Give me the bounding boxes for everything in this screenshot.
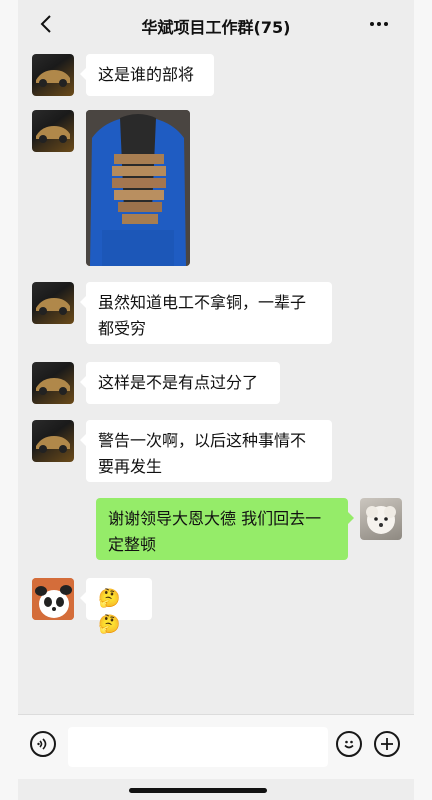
more-dot-icon	[384, 22, 388, 26]
input-bar	[18, 714, 414, 779]
chat-title: 华斌项目工作群(75)	[141, 18, 291, 37]
message-bubble[interactable]: 虽然知道电工不拿铜，一辈子都受穷	[80, 282, 332, 344]
more-dot-icon	[370, 22, 374, 26]
avatar[interactable]	[32, 420, 74, 462]
car-avatar-icon	[36, 70, 70, 87]
voice-button[interactable]	[30, 731, 56, 757]
car-avatar-icon	[36, 378, 70, 395]
car-avatar-icon	[36, 126, 70, 143]
voice-icon	[37, 738, 47, 750]
message-bubble[interactable]: 警告一次啊，以后这种事情不要再发生	[80, 420, 332, 482]
chat-screen: 华斌项目工作群(75) 这是谁的部将 虽然知道电工不拿铜，一辈子都受穷 这样是不…	[0, 0, 432, 800]
more-options-button[interactable]	[364, 12, 394, 36]
avatar[interactable]	[32, 54, 74, 96]
chat-photo[interactable]	[86, 110, 190, 266]
plus-button[interactable]	[374, 731, 400, 757]
avatar[interactable]	[32, 282, 74, 324]
avatar[interactable]	[32, 578, 74, 620]
panda-avatar-icon	[32, 578, 74, 620]
avatar-self[interactable]	[360, 498, 402, 540]
home-indicator	[129, 788, 267, 793]
photo-person-icon	[86, 110, 190, 266]
message-bubble[interactable]: 这样是不是有点过分了	[80, 362, 280, 404]
message-bubble[interactable]: 🤔🤔	[80, 578, 152, 635]
message-input[interactable]	[68, 727, 328, 767]
avatar[interactable]	[32, 110, 74, 152]
more-dot-icon	[377, 22, 381, 26]
chat-header: 华斌项目工作群(75)	[18, 0, 414, 48]
message-bubble[interactable]: 这是谁的部将	[80, 54, 214, 96]
message-bubble-self[interactable]: 谢谢领导大恩大德 我们回去一定整顿	[96, 498, 354, 560]
emoji-button[interactable]	[336, 731, 362, 757]
plus-icon	[381, 738, 393, 750]
car-avatar-icon	[36, 436, 70, 453]
emoji-icon	[344, 740, 354, 749]
dog-avatar-icon	[366, 506, 396, 534]
avatar[interactable]	[32, 362, 74, 404]
car-avatar-icon	[36, 298, 70, 315]
